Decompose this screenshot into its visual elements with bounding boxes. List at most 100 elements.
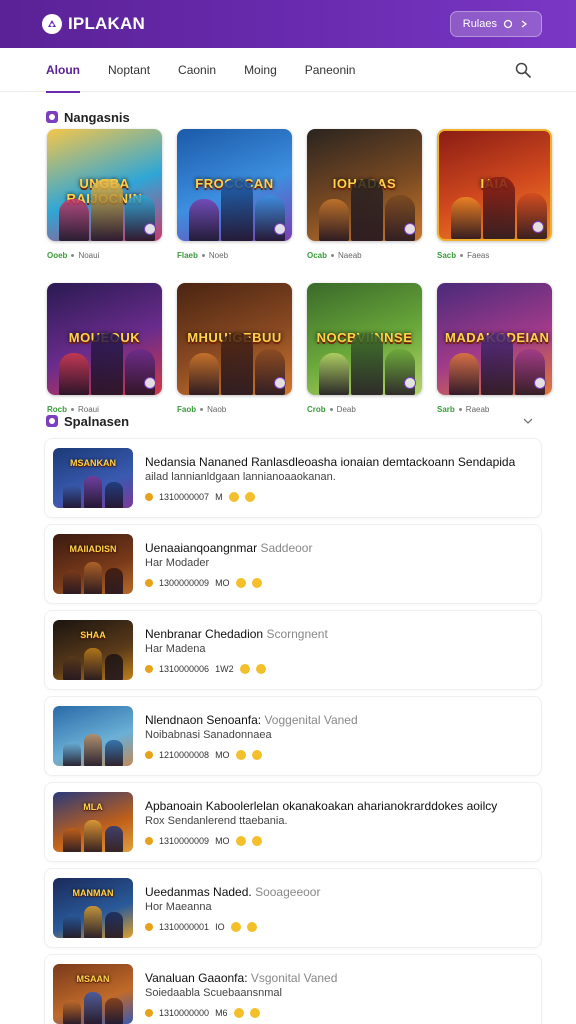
gamepad-icon xyxy=(46,415,58,427)
tab-bar: Aloun Noptant Caonin Moing Paneonin xyxy=(0,48,576,93)
list-item-count: MO xyxy=(215,577,230,588)
grid-row: UNGBA RAIJOCNIN Ooeb Noaui FROCCCAN Flaeb No… xyxy=(47,129,552,260)
badge-icon xyxy=(144,377,156,389)
tab-paneonin[interactable]: Paneonin xyxy=(305,48,356,92)
game-label: Noaui xyxy=(78,251,100,260)
section-title: Spalnasen xyxy=(64,413,130,429)
game-card[interactable]: MOUEOUKRocbRoaui xyxy=(47,283,162,414)
list-item[interactable]: MSAAN Vanaluan Gaaonfa: Vsgonital Vaned … xyxy=(44,954,542,1024)
list-item-thumbnail-title: MSANKAN xyxy=(70,458,116,468)
smile-icon xyxy=(249,1007,260,1018)
brand[interactable]: IPLAKAN xyxy=(42,14,145,34)
coin-icon xyxy=(145,750,153,759)
game-label: Faeas xyxy=(467,251,490,260)
game-card[interactable]: MHUUIGEBUUFaobNaob xyxy=(177,283,292,414)
list-item-title-text: Nedansia Nananed Ranlasdleoasha ionaian … xyxy=(145,454,516,469)
list-item[interactable]: MANMAN Ueedanmas Naded. Sooageeoor Hor M… xyxy=(44,868,542,948)
list-item-hint: Vsgonital Vaned xyxy=(250,970,338,985)
list-item-stats: 1210000008 MO xyxy=(145,749,533,760)
game-price: Ooeb xyxy=(47,251,68,260)
list-item-title-text: Apbanoain Kaboolerlelan okanakoakan ahar… xyxy=(145,798,498,813)
list-item-title: Ueedanmas Naded. Sooageeoor xyxy=(145,885,533,900)
list-item-thumbnail: MLA xyxy=(53,792,133,852)
list-item-title: Apbanoain Kaboolerlelan okanakoakan ahar… xyxy=(145,799,533,814)
list-item-body: Nedansia Nananed Ranlasdleoasha ionaian … xyxy=(145,455,533,502)
smile-icon xyxy=(230,921,241,932)
list-item-hint: Scorngnent xyxy=(266,626,328,641)
game-thumbnail[interactable]: IOHADAS xyxy=(307,129,422,241)
game-thumbnail[interactable]: NOCBVIINNSE xyxy=(307,283,422,395)
tab-noptant[interactable]: Noptant xyxy=(108,48,150,92)
list-item-thumbnail-title: SHAA xyxy=(80,630,106,640)
list-item[interactable]: MSANKAN Nedansia Nananed Ranlasdleoasha … xyxy=(44,438,542,518)
list-item-title-text: Nlendnaon Senoanfa: xyxy=(145,712,262,727)
list-item-body: Nenbranar Chedadion Scorngnent Har Maden… xyxy=(145,627,533,674)
smile-icon xyxy=(233,1007,244,1018)
list-item-number: 1310000009 xyxy=(159,835,210,846)
game-meta: Flaeb Noeb xyxy=(177,251,292,260)
tab-aloun[interactable]: Aloun xyxy=(46,48,80,93)
brand-name: IPLAKAN xyxy=(68,14,145,33)
list-item-count: M xyxy=(215,491,223,502)
smile-icon xyxy=(235,577,246,588)
list-item-number: 1310000007 xyxy=(159,491,210,502)
list-item-title: Uenaaianqoangnmar Saddeoor xyxy=(145,541,533,556)
game-card[interactable]: FROCCCAN Flaeb Noeb xyxy=(177,129,292,260)
game-card[interactable]: IAIA Sacb Faeas xyxy=(437,129,552,260)
list-item-thumbnail: MAIIADISN xyxy=(53,534,133,594)
list-item-stats: 1310000000 M6 xyxy=(145,1007,533,1018)
game-label: Naeab xyxy=(338,251,362,260)
list-item-number: 1310000001 xyxy=(159,921,210,932)
game-thumbnail[interactable]: MADAKODEIAN xyxy=(437,283,552,395)
list-item-thumbnail-title: MANMAN xyxy=(72,888,114,898)
badge-icon xyxy=(534,377,546,389)
list-item-subtitle: ailad lannianldgaan lannianoaaokanan. xyxy=(145,470,336,483)
game-card[interactable]: IOHADAS Ocab Naeab xyxy=(307,129,422,260)
header-action-button[interactable]: Rulaes xyxy=(449,11,542,37)
list-item[interactable]: MAIIADISN Uenaaianqoangnmar Saddeoor Har… xyxy=(44,524,542,604)
chevron-down-icon[interactable] xyxy=(522,415,534,427)
game-thumbnail[interactable]: MHUUIGEBUU xyxy=(177,283,292,395)
list-item-title: Vanaluan Gaaonfa: Vsgonital Vaned xyxy=(145,971,533,986)
list-item-count: MO xyxy=(215,835,230,846)
smile-icon xyxy=(246,921,257,932)
list-item-number: 1310000000 xyxy=(159,1007,210,1018)
gamepad-icon xyxy=(503,19,513,29)
game-meta: Ocab Naeab xyxy=(307,251,422,260)
list-item-thumbnail: MANMAN xyxy=(53,878,133,938)
list-item-subtitle: Har Modader xyxy=(145,556,210,569)
list-item[interactable]: SHAA Nenbranar Chedadion Scorngnent Har … xyxy=(44,610,542,690)
header-action-label: Rulaes xyxy=(462,18,497,30)
list-item-title-text: Uenaaianqoangnmar xyxy=(145,540,258,555)
game-thumbnail[interactable]: UNGBA RAIJOCNIN xyxy=(47,129,162,241)
list-item-number: 1300000009 xyxy=(159,577,210,588)
smile-icon xyxy=(235,749,246,760)
list-item[interactable]: MLA Apbanoain Kaboolerlelan okanakoakan … xyxy=(44,782,542,862)
list-item-thumbnail: SHAA xyxy=(53,620,133,680)
smile-icon xyxy=(235,835,246,846)
game-thumbnail[interactable]: IAIA xyxy=(437,129,552,241)
badge-icon xyxy=(404,223,416,235)
smile-icon xyxy=(228,491,239,502)
list-item-body: Apbanoain Kaboolerlelan okanakoakan ahar… xyxy=(145,799,533,846)
game-thumbnail[interactable]: MOUEOUK xyxy=(47,283,162,395)
game-meta: Ooeb Noaui xyxy=(47,251,162,260)
tab-caonin[interactable]: Caonin xyxy=(178,48,216,92)
list-item-title: Nedansia Nananed Ranlasdleoasha ionaian … xyxy=(145,455,533,470)
game-card[interactable]: MADAKODEIANSarbRaeab xyxy=(437,283,552,414)
coin-icon xyxy=(145,836,153,845)
tab-moing[interactable]: Moing xyxy=(244,48,277,92)
list-item-count: 1W2 xyxy=(215,663,234,674)
coin-icon xyxy=(145,664,153,673)
game-price: Sacb xyxy=(437,251,457,260)
game-thumbnail[interactable]: FROCCCAN xyxy=(177,129,292,241)
list-item-title-text: Vanaluan Gaaonfa: xyxy=(145,970,248,985)
list-item-subtitle: Har Madena xyxy=(145,642,206,655)
list-item[interactable]: Nlendnaon Senoanfa: Voggenital Vaned Noi… xyxy=(44,696,542,776)
list-item-count: MO xyxy=(215,749,230,760)
smile-icon xyxy=(251,749,262,760)
coin-icon xyxy=(145,578,153,587)
search-icon[interactable] xyxy=(514,61,532,79)
game-card[interactable]: UNGBA RAIJOCNIN Ooeb Noaui xyxy=(47,129,162,260)
game-card[interactable]: NOCBVIINNSECrobDeab xyxy=(307,283,422,414)
